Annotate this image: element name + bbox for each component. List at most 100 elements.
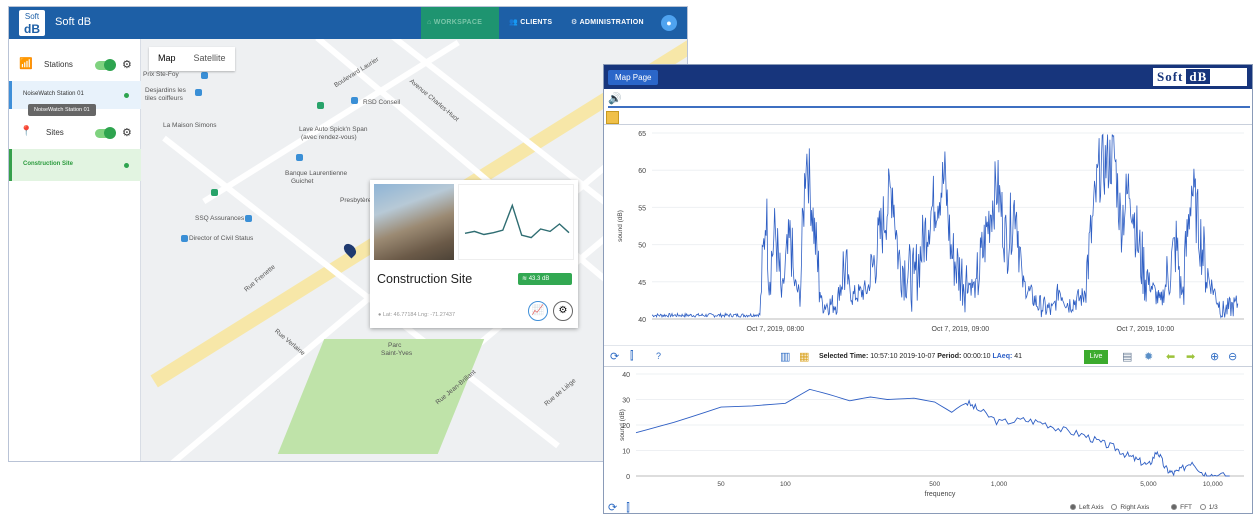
arrow-right-icon[interactable]: ➡ [1186,350,1195,363]
map-label: Lave Auto Spick'n Span [299,126,368,133]
station-antenna-icon: 📶 [19,58,33,70]
sound-level-value: 43.3 dB [528,276,550,282]
user-avatar[interactable]: ● [661,15,677,31]
map-label: La Maison Simons [163,122,217,129]
cursor-icon[interactable]: ⫿ [626,502,630,513]
y-tick-label: 30 [622,398,630,405]
timeline-marker-handle[interactable] [606,111,619,124]
station-tooltip: NoiseWatch Station 01 [28,104,96,116]
y-axis-label: sound (dB) [617,210,624,242]
site-coordinates: ● Lat: 46.77184 Lng: -71.27437 [378,312,455,318]
app-logo[interactable]: Soft dB [19,10,45,36]
zoom-in-icon[interactable]: ⊕ [1210,350,1219,363]
app-title: Soft dB [55,16,92,28]
x-tick-label: 5,000 [1140,481,1157,488]
wifi-icon: ≋ [522,276,529,282]
stations-row: 📶 Stations ⚙ [9,57,141,73]
y-tick-label: 40 [622,372,630,379]
map-label: Prix Ste-Foy [143,71,179,78]
timeline-slider[interactable] [608,106,1250,108]
stations-settings-gear-icon[interactable]: ⚙ [122,58,132,71]
nav-clients-button[interactable]: 👥 CLIENTS [503,7,558,39]
poi-marker-icon[interactable] [351,97,358,104]
poi-marker-icon[interactable] [211,189,218,196]
sidebar: 📶 Stations ⚙ NoiseWatch Station 01 📍 Sit… [9,39,141,461]
poi-marker-icon[interactable] [296,154,303,161]
settings-icon[interactable]: ✹ [1144,350,1153,363]
axis-options: Left Axis Right Axis FFT 1/3 [1064,504,1218,511]
data-window: Map Page Soft dB 🔊 40 45 50 55 60 65 Oct 7, 201… [603,64,1253,514]
stations-label: Stations [44,60,73,69]
y-tick-label: 50 [638,243,646,250]
x-tick-label: Oct 7, 2019, 10:00 [1117,326,1175,333]
site-info-popup: Construction Site ≋ 43.3 dB ● Lat: 46.77… [370,180,578,328]
map-label: SSQ Assurances [195,215,245,222]
coordinates-text: Lat: 46.77184 Lng: -71.27437 [382,312,456,318]
save-icon[interactable]: ▥ [780,350,790,363]
map-label: Guichet [291,178,314,185]
popup-mini-chart [458,184,574,260]
logo-soft-text: Soft [1157,69,1184,84]
sites-settings-gear-icon[interactable]: ⚙ [122,126,132,139]
sites-row: 📍 Sites ⚙ [9,125,141,141]
cursor-icon[interactable]: ⫿ [630,350,634,363]
poi-marker-icon[interactable] [245,215,252,222]
left-axis-radio[interactable] [1070,504,1076,510]
sites-toggle[interactable] [95,127,116,139]
poi-marker-icon[interactable] [195,89,202,96]
sidebar-item-site[interactable]: Construction Site [9,149,141,181]
x-tick-label: Oct 7, 2019, 09:00 [932,326,990,333]
tab-satellite[interactable]: Satellite [185,47,235,71]
map-label: Desjardins les [145,87,186,94]
third-octave-radio[interactable] [1199,504,1206,510]
export-icon[interactable]: ▦ [799,350,809,363]
selected-time-value: 10:57:10 2019-10-07 [870,353,936,360]
map-label: Rue de Liège [543,377,578,408]
help-icon[interactable]: ? [656,351,661,361]
fft-label: FFT [1180,504,1192,511]
map-label: Parc [388,342,402,349]
refresh-icon[interactable]: ⟳ [608,502,617,513]
station-status-dot [124,93,129,98]
map-type-tabs: Map Satellite [149,47,235,71]
poi-marker-icon[interactable] [317,102,324,109]
map-page-button[interactable]: Map Page [608,70,659,85]
map-label: Presbytère [340,197,372,204]
map-label: Banque Laurentienne [285,170,348,177]
x-axis-label: frequency [925,491,956,498]
zoom-out-icon[interactable]: ⊖ [1228,350,1237,363]
report-icon[interactable]: ▤ [1122,350,1132,363]
site-item-label: Construction Site [23,161,74,167]
fft-radio[interactable] [1171,504,1178,510]
third-octave-label: 1/3 [1208,504,1218,511]
data-window-header: Map Page Soft dB [604,65,1252,89]
gear-icon: ⚙ [558,305,568,316]
nav-clients-label: CLIENTS [520,19,553,26]
selection-info: Selected Time: 10:57:10 2019-10-07 Perio… [819,353,1022,360]
chart-button[interactable]: 📈 [528,301,548,321]
right-axis-radio[interactable] [1111,504,1118,510]
x-tick-label: 500 [929,481,940,488]
y-tick-label: 45 [638,280,646,287]
live-button[interactable]: Live [1084,350,1108,364]
time-history-chart[interactable]: 40 45 50 55 60 65 Oct 7, 2019, 08:00 Oct 7, 201… [604,127,1253,345]
tab-map[interactable]: Map [149,47,185,71]
refresh-icon[interactable]: ⟳ [610,350,619,363]
poi-marker-icon[interactable] [181,235,188,242]
x-tick-label: 10,000 [1203,481,1223,488]
spectrum-chart[interactable]: 01020304050 100 500 1,000 5,000 10,000frequen… [604,368,1253,502]
y-tick-label: 40 [638,317,646,324]
nav-administration-button[interactable]: ⚙ ADMINISTRATION [565,7,650,39]
sites-label: Sites [46,128,64,137]
site-status-dot [124,163,129,168]
speaker-icon[interactable]: 🔊 [608,92,622,105]
gear-icon: ⚙ [571,19,580,26]
laeq-label: LAeq: [992,353,1013,360]
settings-button[interactable]: ⚙ [553,301,573,321]
nav-workspace-button[interactable]: ⌂ WORKSPACE [421,7,499,39]
period-value: 00:00:10 [963,353,991,360]
poi-marker-icon[interactable] [201,72,208,79]
stations-toggle[interactable] [95,59,116,71]
arrow-left-icon[interactable]: ⬅ [1166,350,1175,363]
chart-toolbar: ⟳ ⫿ ? ▥ ▦ Selected Time: 10:57:10 2019-1… [604,345,1252,367]
